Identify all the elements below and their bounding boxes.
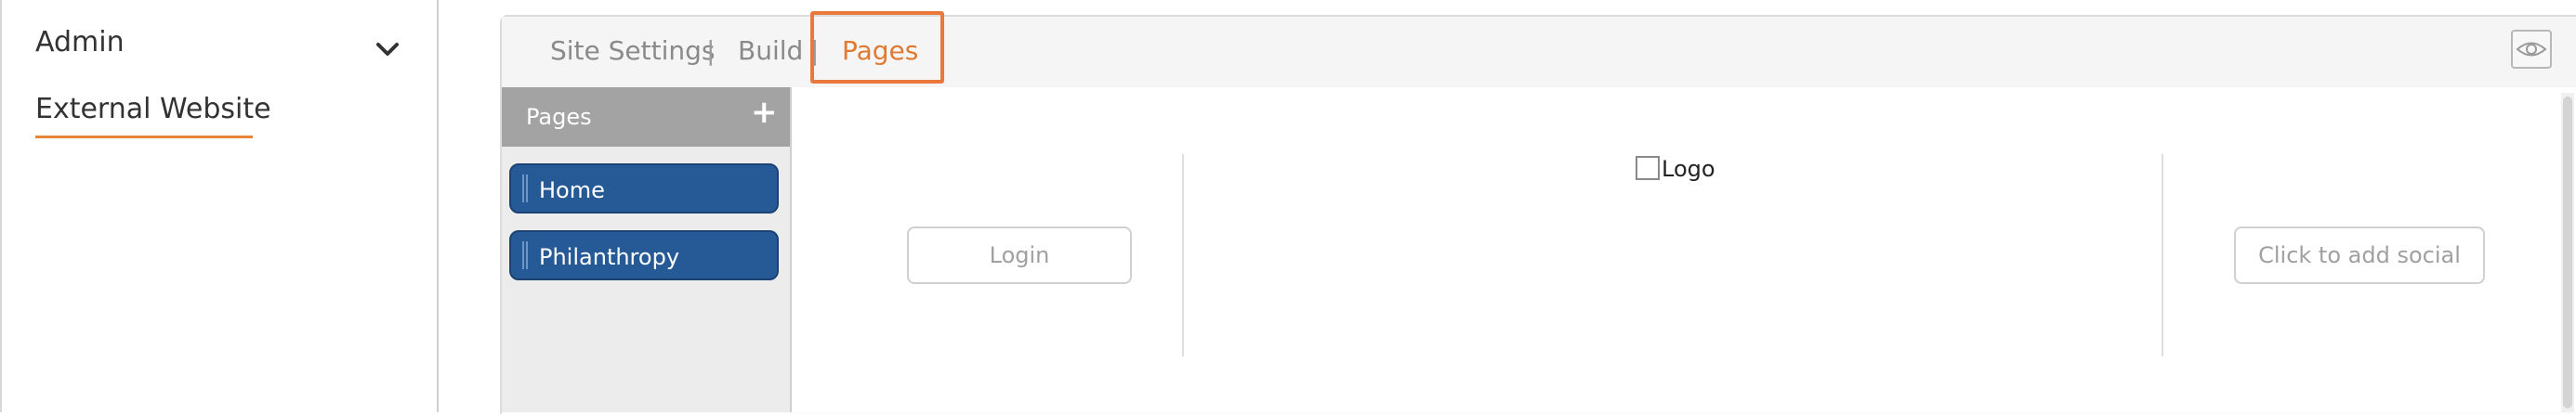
page-item-label: Home xyxy=(539,177,605,203)
sidebar-item-external-website[interactable]: External Website xyxy=(35,93,271,125)
column-divider xyxy=(2162,154,2163,356)
add-social-button[interactable]: Click to add social xyxy=(2234,226,2485,284)
sidebar-divider xyxy=(437,0,439,412)
sidebar-item-admin[interactable]: Admin xyxy=(35,26,125,58)
logo-label[interactable]: Logo xyxy=(1662,156,1715,182)
tab-build[interactable]: Build xyxy=(738,35,803,66)
eye-icon xyxy=(2516,42,2547,57)
tab-pages-highlight xyxy=(810,11,944,84)
page-item-philanthropy[interactable]: Philanthropy xyxy=(509,230,779,280)
tab-site-settings[interactable]: Site Settings xyxy=(550,35,716,66)
logo-checkbox[interactable] xyxy=(1636,156,1660,180)
drag-handle-icon[interactable] xyxy=(522,175,528,202)
scrollbar-thumb[interactable] xyxy=(2563,97,2572,408)
pages-panel-title: Pages xyxy=(526,104,592,130)
preview-button[interactable] xyxy=(2511,30,2552,69)
tab-separator: | xyxy=(706,35,716,66)
sidebar xyxy=(0,0,437,412)
chevron-down-icon[interactable] xyxy=(375,37,400,61)
login-button[interactable]: Login xyxy=(907,226,1132,284)
drag-handle-icon[interactable] xyxy=(522,241,528,269)
page-item-home[interactable]: Home xyxy=(509,163,779,213)
plus-icon[interactable]: + xyxy=(751,97,778,128)
column-divider xyxy=(1182,154,1184,356)
active-item-underline xyxy=(35,136,253,138)
page-item-label: Philanthropy xyxy=(539,244,680,270)
